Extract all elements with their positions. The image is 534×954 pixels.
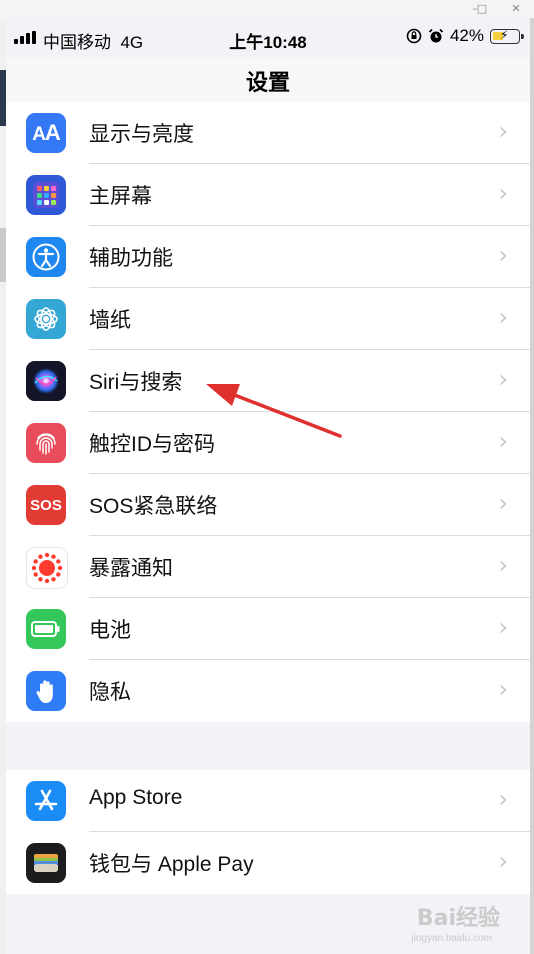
accessibility-icon: [26, 237, 66, 277]
watermark-url: jingyan.baidu.com: [411, 933, 492, 944]
settings-row-battery[interactable]: 电池 ›: [6, 598, 530, 660]
chevron-right-icon: ›: [498, 551, 508, 579]
maximize-button[interactable]: □: [475, 3, 489, 15]
chevron-right-icon: ›: [498, 847, 508, 875]
settings-row-exposure-notification[interactable]: 暴露通知 ›: [6, 536, 530, 598]
status-bar: 中国移动 4G 上午10:48 42% ⚡: [6, 18, 530, 58]
settings-row-accessibility[interactable]: 辅助功能 ›: [6, 226, 530, 288]
siri-icon: [26, 361, 66, 401]
chevron-right-icon: ›: [498, 427, 508, 455]
settings-row-label: 显示与亮度: [89, 123, 194, 146]
fingerprint-icon: [26, 423, 66, 463]
settings-row-label: 暴露通知: [89, 557, 173, 580]
battery-icon: ⚡: [490, 28, 524, 44]
settings-row-label: 主屏幕: [89, 185, 152, 208]
close-button[interactable]: ✕: [509, 3, 523, 15]
wallpaper-icon: [26, 299, 66, 339]
settings-row-display-brightness[interactable]: AA 显示与亮度 ›: [6, 102, 530, 164]
settings-row-app-store[interactable]: App Store ›: [6, 770, 530, 832]
window-edge: [530, 18, 534, 954]
home-screen-icon: [26, 175, 66, 215]
settings-row-siri[interactable]: Siri与搜索 ›: [6, 350, 530, 412]
exposure-notification-icon: [26, 547, 68, 589]
settings-row-privacy-hand[interactable]: 隐私 ›: [6, 660, 530, 722]
settings-row-wallpaper[interactable]: 墙纸 ›: [6, 288, 530, 350]
watermark-logo: Bai经验: [416, 906, 500, 931]
battery-icon: [26, 609, 66, 649]
window-titlebar: – □ ✕: [0, 0, 534, 18]
chevron-right-icon: ›: [498, 117, 508, 145]
chevron-right-icon: ›: [498, 489, 508, 517]
chevron-right-icon: ›: [498, 675, 508, 703]
settings-row-label: App Store: [89, 786, 183, 809]
chevron-right-icon: ›: [498, 303, 508, 331]
chevron-right-icon: ›: [498, 785, 508, 813]
phone-screen: 中国移动 4G 上午10:48 42% ⚡ 设置 AA 显示与亮度 › 主屏幕 › 辅助功…: [6, 18, 530, 954]
chevron-right-icon: ›: [498, 613, 508, 641]
settings-group-general: AA 显示与亮度 › 主屏幕 › 辅助功能 › 墙纸 › Siri与搜索 › 触控ID与密码 › SOS S…: [6, 102, 530, 722]
orientation-lock-icon: [406, 28, 422, 44]
chevron-right-icon: ›: [498, 179, 508, 207]
settings-row-wallet[interactable]: 钱包与 Apple Pay ›: [6, 832, 530, 894]
alarm-icon: [428, 28, 444, 43]
settings-row-label: Siri与搜索: [89, 371, 183, 394]
display-brightness-icon: AA: [26, 113, 66, 153]
chevron-right-icon: ›: [498, 365, 508, 393]
privacy-hand-icon: [26, 671, 66, 711]
settings-row-label: SOS紧急联络: [89, 495, 218, 518]
settings-row-label: 隐私: [89, 681, 131, 704]
wallet-icon: [26, 843, 66, 883]
battery-percentage: 42%: [449, 26, 484, 45]
settings-row-label: 辅助功能: [89, 247, 173, 270]
sos-icon: SOS: [26, 485, 66, 525]
settings-row-label: 触控ID与密码: [89, 433, 215, 456]
settings-row-label: 钱包与 Apple Pay: [89, 853, 254, 876]
settings-group-store: App Store › 钱包与 Apple Pay ›: [6, 770, 530, 894]
settings-row-label: 电池: [89, 619, 131, 642]
app-store-icon: [26, 781, 66, 821]
settings-row-sos[interactable]: SOS SOS紧急联络 ›: [6, 474, 530, 536]
chevron-right-icon: ›: [498, 241, 508, 269]
settings-row-home-screen[interactable]: 主屏幕 ›: [6, 164, 530, 226]
settings-row-label: 墙纸: [89, 309, 131, 332]
settings-row-fingerprint[interactable]: 触控ID与密码 ›: [6, 412, 530, 474]
